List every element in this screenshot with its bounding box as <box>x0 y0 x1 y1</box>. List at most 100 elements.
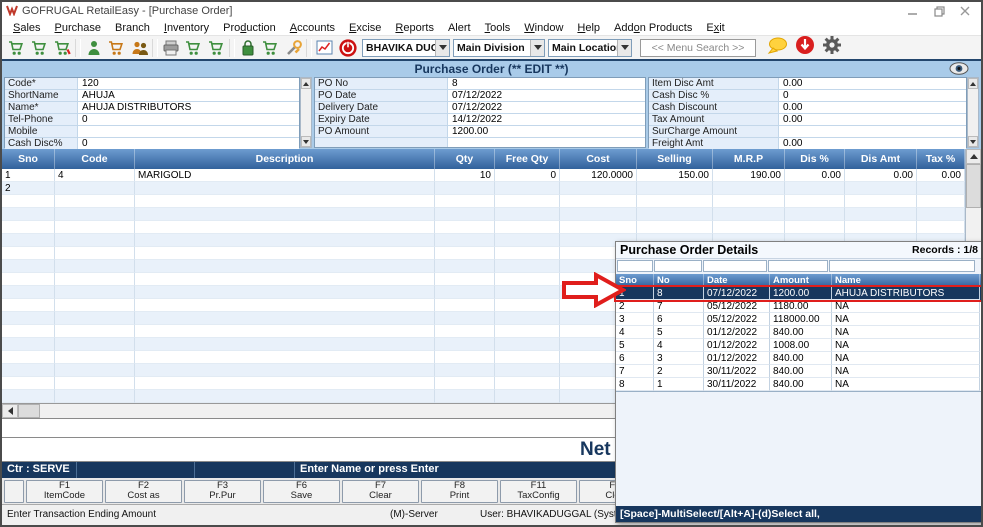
field-value[interactable]: AHUJA <box>78 90 299 101</box>
filter-input[interactable] <box>703 260 767 272</box>
supplier-panel-scrollbar[interactable] <box>300 77 312 148</box>
table-row[interactable]: 14MARIGOLD100120.0000150.00190.000.000.0… <box>2 169 981 182</box>
f11-taxconfig-button[interactable]: F11TaxConfig <box>500 480 577 503</box>
scroll-left-icon[interactable] <box>2 404 18 418</box>
close-button[interactable] <box>959 5 971 17</box>
field-value[interactable]: 07/12/2022 <box>448 102 645 113</box>
field-value[interactable]: 0 <box>78 138 299 149</box>
field-value[interactable] <box>78 126 299 137</box>
column-header-dis-[interactable]: Dis % <box>785 149 845 169</box>
menu-addon-products[interactable]: Addon Products <box>607 22 699 34</box>
field-value[interactable]: 0.00 <box>779 102 966 113</box>
column-header-selling[interactable]: Selling <box>637 149 713 169</box>
cart-green-icon[interactable] <box>205 37 228 58</box>
column-header-qty[interactable]: Qty <box>435 149 495 169</box>
eye-icon[interactable] <box>949 62 969 78</box>
filter-input[interactable] <box>768 260 828 272</box>
field-value[interactable]: 120 <box>78 78 299 89</box>
popup-column-header-name[interactable]: Name <box>832 274 980 287</box>
field-value[interactable]: 0.00 <box>779 78 966 89</box>
menu-search-input[interactable] <box>640 39 756 57</box>
blank-function-button[interactable] <box>4 480 24 503</box>
cart-green-icon[interactable] <box>5 37 28 58</box>
restore-button[interactable] <box>933 5 945 17</box>
popup-row-selected[interactable]: 1807/12/20221200.00AHUJA DISTRIBUTORS <box>616 287 982 300</box>
field-value[interactable]: 8 <box>448 78 645 89</box>
scrollbar-thumb[interactable] <box>18 404 40 418</box>
column-header-m-r-p[interactable]: M.R.P <box>713 149 785 169</box>
field-value[interactable]: 0 <box>78 114 299 125</box>
f6-save-button[interactable]: F6Save <box>263 480 340 503</box>
field-value[interactable]: 0 <box>779 90 966 101</box>
column-header-cost[interactable]: Cost <box>560 149 637 169</box>
popup-row[interactable]: 8130/11/2022840.00NA <box>616 378 982 391</box>
cart-red-icon[interactable] <box>51 37 74 58</box>
user-dropdown[interactable]: BHAVIKA DUGG. <box>362 39 450 57</box>
menu-reports[interactable]: Reports <box>388 22 441 34</box>
download-update-icon[interactable] <box>795 35 815 60</box>
f7-clear-button[interactable]: F7Clear <box>342 480 419 503</box>
popup-row[interactable]: 7230/11/2022840.00NA <box>616 365 982 378</box>
popup-column-header-date[interactable]: Date <box>704 274 770 287</box>
field-value[interactable]: 0.00 <box>779 138 966 149</box>
column-header-description[interactable]: Description <box>135 149 435 169</box>
field-value[interactable]: 1200.00 <box>448 126 645 137</box>
menu-excise[interactable]: Excise <box>342 22 388 34</box>
scroll-down-icon[interactable] <box>301 136 311 147</box>
field-value[interactable]: AHUJA DISTRIBUTORS <box>78 102 299 113</box>
popup-row[interactable]: 4501/12/2022840.00NA <box>616 326 982 339</box>
scroll-down-icon[interactable] <box>968 136 978 147</box>
field-value[interactable] <box>448 138 645 147</box>
users-orange-icon[interactable] <box>128 37 151 58</box>
column-header-free-qty[interactable]: Free Qty <box>495 149 560 169</box>
field-value[interactable]: 0.00 <box>779 114 966 125</box>
chart-icon[interactable] <box>313 37 336 58</box>
menu-window[interactable]: Window <box>517 22 570 34</box>
filter-input[interactable] <box>617 260 653 272</box>
popup-column-header-amount[interactable]: Amount <box>770 274 832 287</box>
scroll-up-icon[interactable] <box>968 78 978 89</box>
menu-tools[interactable]: Tools <box>478 22 518 34</box>
cart-green-icon[interactable] <box>259 37 282 58</box>
field-value[interactable]: 14/12/2022 <box>448 114 645 125</box>
menu-help[interactable]: Help <box>570 22 607 34</box>
column-header-sno[interactable]: Sno <box>2 149 55 169</box>
popup-row[interactable]: 5401/12/20221008.00NA <box>616 339 982 352</box>
table-row[interactable] <box>2 221 981 234</box>
menu-exit[interactable]: Exit <box>699 22 731 34</box>
scroll-up-icon[interactable] <box>301 78 311 89</box>
cart-orange-icon[interactable] <box>105 37 128 58</box>
popup-column-header-no[interactable]: No <box>654 274 704 287</box>
power-icon[interactable] <box>336 37 359 58</box>
column-header-tax-[interactable]: Tax % <box>917 149 965 169</box>
menu-inventory[interactable]: Inventory <box>157 22 216 34</box>
division-dropdown[interactable]: Main Division <box>453 39 545 57</box>
popup-row[interactable]: 2705/12/20221180.00NA <box>616 300 982 313</box>
cart-green-icon[interactable] <box>28 37 51 58</box>
f1-itemcode-button[interactable]: F1ItemCode <box>26 480 103 503</box>
f8-print-button[interactable]: F8Print <box>421 480 498 503</box>
chat-bubble-icon[interactable] <box>766 36 788 59</box>
menu-sales[interactable]: Sales <box>6 22 48 34</box>
field-value[interactable] <box>779 126 966 137</box>
column-header-dis-amt[interactable]: Dis Amt <box>845 149 917 169</box>
minimize-button[interactable] <box>907 5 919 17</box>
f3-pr-pur-button[interactable]: F3Pr.Pur <box>184 480 261 503</box>
location-dropdown[interactable]: Main Location <box>548 39 632 57</box>
menu-accounts[interactable]: Accounts <box>283 22 342 34</box>
menu-purchase[interactable]: Purchase <box>48 22 108 34</box>
field-value[interactable]: 07/12/2022 <box>448 90 645 101</box>
filter-input[interactable] <box>829 260 975 272</box>
bag-green-icon[interactable] <box>236 37 259 58</box>
amounts-panel-scrollbar[interactable] <box>967 77 979 148</box>
scroll-up-icon[interactable] <box>966 149 981 164</box>
column-header-code[interactable]: Code <box>55 149 135 169</box>
wrench-icon[interactable] <box>282 37 305 58</box>
popup-row[interactable]: 3605/12/2022118000.00NA <box>616 313 982 326</box>
printer-icon[interactable] <box>159 37 182 58</box>
menu-branch[interactable]: Branch <box>108 22 157 34</box>
table-row[interactable]: 2 <box>2 182 981 195</box>
gear-icon[interactable] <box>822 35 842 60</box>
popup-row[interactable]: 6301/12/2022840.00NA <box>616 352 982 365</box>
menu-alert[interactable]: Alert <box>441 22 478 34</box>
